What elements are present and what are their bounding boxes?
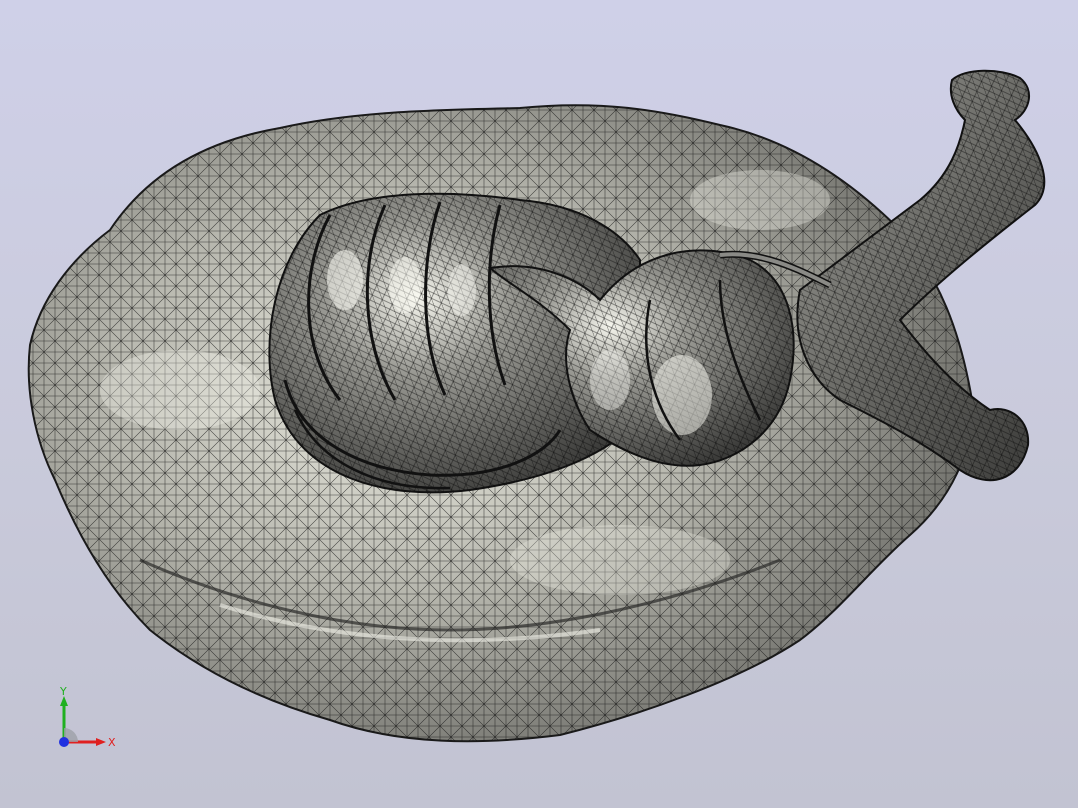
z-axis-dot (59, 737, 69, 747)
y-axis-label: Y (59, 685, 67, 698)
x-axis-label: X (108, 736, 116, 749)
3d-viewport[interactable]: Y X (0, 0, 1078, 808)
mesh-model[interactable] (0, 0, 1078, 808)
axis-triad: Y X (59, 685, 116, 749)
x-axis-arrowhead (96, 738, 106, 746)
